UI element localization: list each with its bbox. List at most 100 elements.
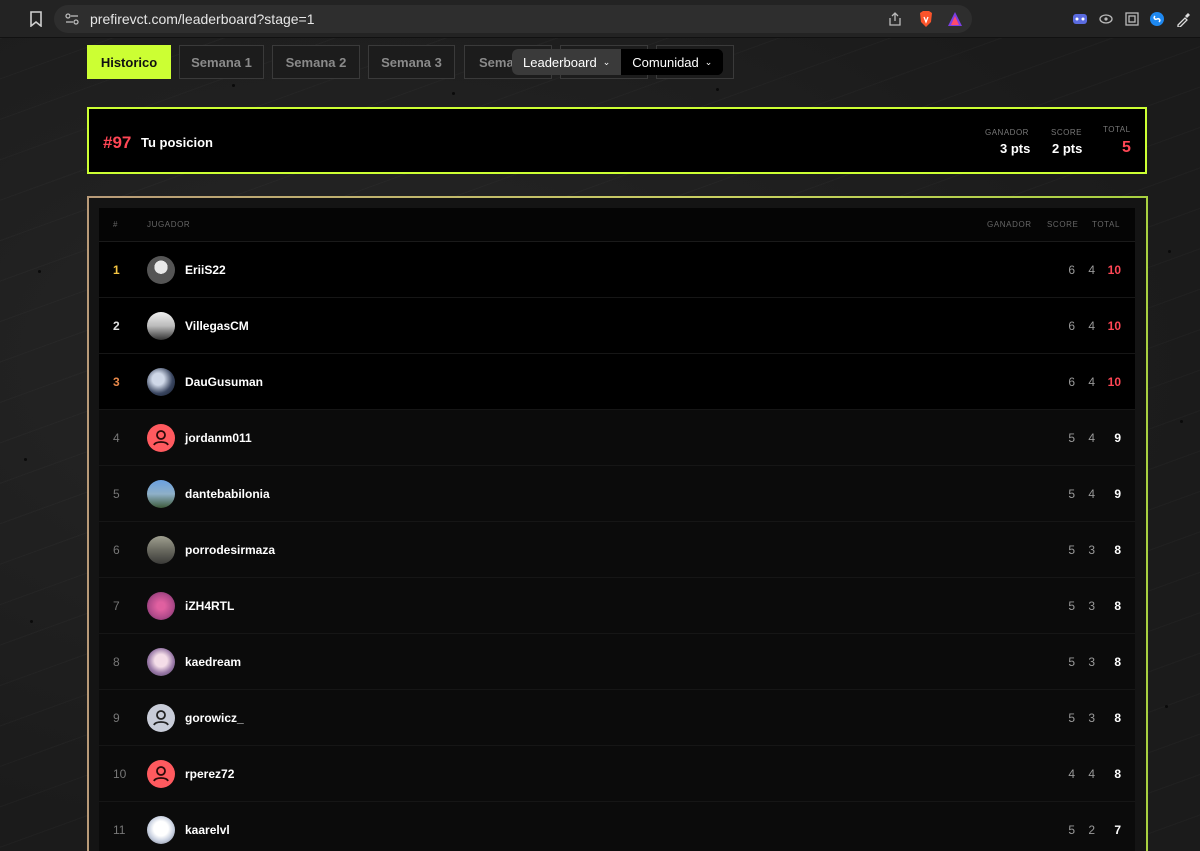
extension-shazam-icon[interactable] xyxy=(1149,11,1165,31)
row-score: 3 xyxy=(1088,543,1095,557)
row-total: 9 xyxy=(1114,431,1121,445)
avatar xyxy=(147,368,175,396)
player-name[interactable]: rperez72 xyxy=(185,767,234,781)
row-rank: 3 xyxy=(113,375,120,389)
default-avatar-icon xyxy=(147,760,175,788)
player-name[interactable]: VillegasCM xyxy=(185,319,249,333)
table-row[interactable]: 6 porrodesirmaza 5 3 8 xyxy=(99,522,1135,578)
row-ganador: 5 xyxy=(1068,823,1075,837)
header-player: JUGADOR xyxy=(147,220,191,229)
row-ganador: 5 xyxy=(1068,543,1075,557)
table-row[interactable]: 2 VillegasCM 6 4 10 xyxy=(99,298,1135,354)
bg-dot xyxy=(30,620,33,623)
row-total: 7 xyxy=(1114,823,1121,837)
table-row[interactable]: 11 kaarelvl 5 2 7 xyxy=(99,802,1135,851)
row-ganador: 4 xyxy=(1068,767,1075,781)
player-name[interactable]: jordanm011 xyxy=(185,431,252,445)
table-row[interactable]: 10 rperez72 4 4 8 xyxy=(99,746,1135,802)
leaderboard-dropdown[interactable]: Leaderboard ⌄ xyxy=(512,49,622,75)
extension-box-icon[interactable] xyxy=(1124,11,1140,31)
row-rank: 8 xyxy=(113,655,120,669)
header-ganador: GANADOR xyxy=(987,220,1032,229)
row-total: 8 xyxy=(1114,767,1121,781)
row-score: 3 xyxy=(1088,599,1095,613)
bg-dot xyxy=(38,270,41,273)
avatar xyxy=(147,816,175,844)
table-row[interactable]: 9 gorowicz_ 5 3 8 xyxy=(99,690,1135,746)
extension-eye-icon[interactable] xyxy=(1098,11,1114,31)
bg-dot xyxy=(24,458,27,461)
header-total: TOTAL xyxy=(1092,220,1121,229)
bookmark-icon[interactable] xyxy=(29,11,43,31)
table-row[interactable]: 1 EriiS22 6 4 10 xyxy=(99,242,1135,298)
tab-historico[interactable]: Historico xyxy=(87,45,171,79)
bg-dot xyxy=(1168,250,1171,253)
leaderboard-table: # JUGADOR GANADOR SCORE TOTAL 1 EriiS22 6 4… xyxy=(99,208,1135,851)
brave-rewards-icon[interactable] xyxy=(947,11,963,31)
tab-semana-1[interactable]: Semana 1 xyxy=(179,45,264,79)
nav-pill-group: Leaderboard ⌄ Comunidad ⌄ xyxy=(512,49,724,75)
row-ganador: 5 xyxy=(1068,431,1075,445)
comunidad-label: Comunidad xyxy=(632,54,699,70)
table-row[interactable]: 5 dantebabilonia 5 4 9 xyxy=(99,466,1135,522)
brave-shield-icon[interactable] xyxy=(918,10,934,32)
row-score: 4 xyxy=(1088,263,1095,277)
ganador-value: 3 pts xyxy=(1000,141,1031,156)
row-total: 8 xyxy=(1114,711,1121,725)
extension-game-icon[interactable] xyxy=(1072,11,1088,31)
address-bar[interactable]: prefirevct.com/leaderboard?stage=1 xyxy=(54,5,972,33)
row-rank: 9 xyxy=(113,711,120,725)
player-name[interactable]: gorowicz_ xyxy=(185,711,244,725)
eyedropper-icon[interactable] xyxy=(1176,11,1192,31)
player-name[interactable]: kaarelvl xyxy=(185,823,230,837)
player-name[interactable]: porrodesirmaza xyxy=(185,543,275,557)
site-settings-icon[interactable] xyxy=(64,11,80,31)
avatar xyxy=(147,480,175,508)
table-row[interactable]: 8 kaedream 5 3 8 xyxy=(99,634,1135,690)
row-ganador: 5 xyxy=(1068,599,1075,613)
row-rank: 6 xyxy=(113,543,120,557)
table-row[interactable]: 3 DauGusuman 6 4 10 xyxy=(99,354,1135,410)
tab-semana-2[interactable]: Semana 2 xyxy=(272,45,360,79)
chevron-down-icon: ⌄ xyxy=(704,56,713,67)
table-row[interactable]: 4 jordanm011 5 4 9 xyxy=(99,410,1135,466)
row-total: 10 xyxy=(1107,319,1121,333)
table-row[interactable]: 7 iZH4RTL 5 3 8 xyxy=(99,578,1135,634)
row-score: 4 xyxy=(1088,319,1095,333)
total-heading: TOTAL xyxy=(1103,125,1131,134)
row-ganador: 6 xyxy=(1068,375,1075,389)
player-name[interactable]: iZH4RTL xyxy=(185,599,234,613)
score-heading: SCORE xyxy=(1051,128,1082,137)
default-avatar-icon xyxy=(147,704,175,732)
bg-dot xyxy=(232,84,235,87)
player-name[interactable]: kaedream xyxy=(185,655,241,669)
header-score: SCORE xyxy=(1047,220,1079,229)
bg-dot xyxy=(1165,705,1168,708)
player-name[interactable]: EriiS22 xyxy=(185,263,226,277)
comunidad-dropdown[interactable]: Comunidad ⌄ xyxy=(621,49,724,75)
row-rank: 1 xyxy=(113,263,120,277)
row-ganador: 6 xyxy=(1068,319,1075,333)
row-rank: 11 xyxy=(113,823,126,837)
row-total: 9 xyxy=(1114,487,1121,501)
player-name[interactable]: dantebabilonia xyxy=(185,487,270,501)
table-header: # JUGADOR GANADOR SCORE TOTAL xyxy=(99,208,1135,242)
player-name[interactable]: DauGusuman xyxy=(185,375,263,389)
row-total: 8 xyxy=(1114,543,1121,557)
row-score: 2 xyxy=(1088,823,1095,837)
row-ganador: 6 xyxy=(1068,263,1075,277)
share-icon[interactable] xyxy=(887,11,903,31)
bg-dot xyxy=(452,92,455,95)
tab-semana-3[interactable]: Semana 3 xyxy=(368,45,455,79)
avatar xyxy=(147,592,175,620)
your-position-card: #97 Tu posicion GANADOR 3 pts SCORE 2 pt… xyxy=(87,107,1147,174)
total-value: 5 xyxy=(1122,139,1131,156)
row-ganador: 5 xyxy=(1068,711,1075,725)
avatar xyxy=(147,536,175,564)
row-score: 4 xyxy=(1088,375,1095,389)
row-rank: 2 xyxy=(113,319,120,333)
row-rank: 5 xyxy=(113,487,120,501)
url-text: prefirevct.com/leaderboard?stage=1 xyxy=(90,11,315,27)
row-ganador: 5 xyxy=(1068,487,1075,501)
row-rank: 10 xyxy=(113,767,127,781)
